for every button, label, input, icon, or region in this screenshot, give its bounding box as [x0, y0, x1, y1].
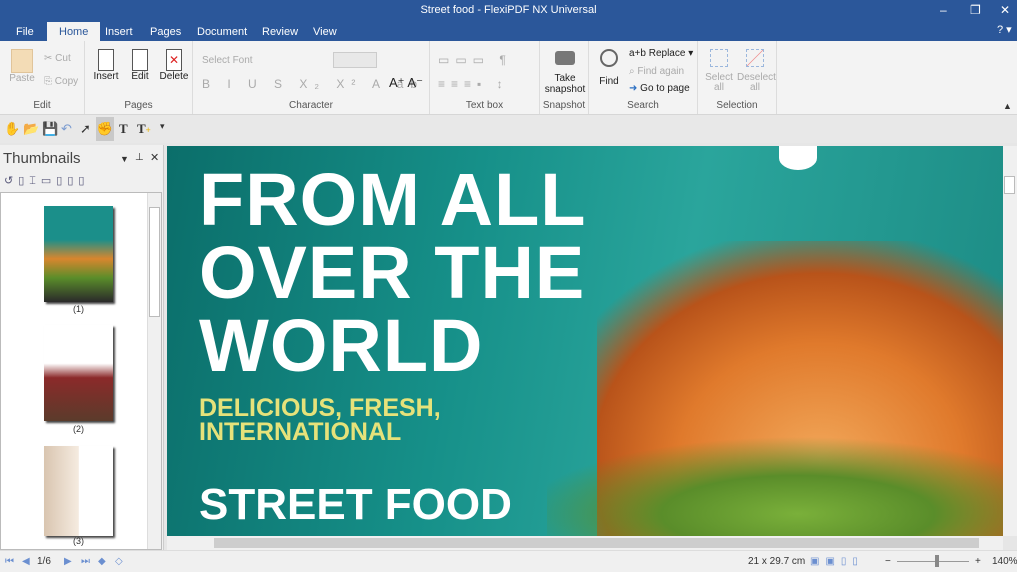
page-indicator[interactable]: 1/6 [37, 556, 51, 567]
zoom-level: 140% [992, 556, 1017, 567]
headline-line-3: WORLD [199, 304, 484, 387]
tab-file[interactable]: File [4, 22, 46, 41]
subtitle-line-2: INTERNATIONAL [199, 418, 402, 446]
window-title: Street food - FlexiPDF NX Universal [420, 4, 597, 16]
insert-page-button[interactable]: Insert [91, 49, 121, 82]
minimize-button[interactable]: – [940, 3, 947, 17]
page-add-icon [98, 49, 114, 71]
scroll-thumb[interactable] [149, 207, 160, 317]
zoom-slider[interactable] [897, 561, 969, 562]
group-search: Find a+b Replace ▾ ⌕ Find again ➜ Go to … [589, 41, 698, 114]
tab-insert[interactable]: Insert [93, 22, 145, 41]
street-food-title: STREET FOOD [199, 480, 512, 529]
find-again-button[interactable]: ⌕ Find again [629, 66, 684, 77]
magnifier-icon [600, 49, 618, 67]
group-character: Select Font B I U S X₂ X² A ab A⁺ A⁻ Cha… [193, 41, 430, 114]
decor-shape [779, 146, 817, 170]
panel-menu-icon[interactable]: ▼ [120, 154, 129, 164]
zoom-out-icon[interactable]: − [885, 556, 891, 567]
view-mode-buttons[interactable]: ▣▣▯▯ [810, 556, 864, 567]
document-page[interactable]: FROM ALL OVER THE WORLD DELICIOUS, FRESH… [167, 146, 1003, 536]
select-all-button[interactable]: Select all [703, 49, 735, 93]
back-icon[interactable]: ◆ [98, 556, 106, 567]
thumbnail-scrollbar[interactable] [147, 193, 161, 549]
save-icon[interactable]: 💾 [42, 121, 58, 137]
headline-line-2: OVER THE [199, 231, 586, 314]
copy-icon: ⎘ [44, 76, 55, 87]
ribbon: Paste ✂ Cut ⎘ Copy Edit Insert Edit ✕ Del… [0, 41, 1017, 115]
grab-tool-icon[interactable]: ✊ [96, 117, 114, 141]
quick-access-toolbar: ✋ 📂 💾 ↶ ➚ ✊ T T+ ▾ [0, 115, 1017, 143]
last-page-icon[interactable]: ⏭ [81, 556, 90, 567]
scroll-thumb[interactable] [214, 538, 979, 548]
font-size-select[interactable] [333, 52, 377, 68]
next-page-icon[interactable]: ▶ [64, 556, 72, 567]
arrow-right-icon: ➜ [629, 83, 641, 94]
close-button[interactable]: ✕ [1000, 3, 1010, 17]
deselect-all-button[interactable]: Deselect all [737, 49, 776, 93]
page-delete-icon: ✕ [166, 49, 182, 71]
hand-tool-icon[interactable]: ✋ [4, 121, 20, 137]
page-size: 21 x 29.7 cm [748, 556, 806, 567]
horizontal-scrollbar[interactable] [167, 536, 1003, 550]
status-bar: ⏮ ◀ 1/6 ▶ ⏭ ◆ ◇ 21 x 29.7 cm ▣▣▯▯ − + 14… [0, 550, 1017, 572]
previous-page-icon[interactable]: ◀ [22, 556, 30, 567]
vertical-scrollbar[interactable] [1003, 146, 1017, 536]
clipboard-icon [11, 49, 33, 73]
group-selection: Select all Deselect all Selection [698, 41, 777, 114]
collapse-ribbon-icon[interactable]: ▲ [1003, 101, 1012, 111]
customize-toolbar-icon[interactable]: ▾ [160, 121, 165, 132]
burger-filling-image [547, 426, 1003, 536]
thumbnail-list[interactable]: (1) (2) (3) [0, 192, 162, 550]
camera-icon [555, 51, 575, 65]
text-tool-icon[interactable]: T [119, 121, 128, 137]
zoom-in-icon[interactable]: + [975, 556, 981, 567]
select-all-icon [710, 49, 728, 67]
thumbnail-toolbar[interactable]: ↺▯⌶▭▯▯▯ [4, 174, 89, 188]
page-edit-icon [132, 49, 148, 71]
scroll-thumb[interactable] [1004, 176, 1015, 194]
thumbnail-page-3[interactable] [44, 446, 113, 536]
deselect-all-icon [746, 49, 764, 67]
pin-icon[interactable]: ⊥ [135, 152, 144, 163]
replace-button[interactable]: a+b Replace ▾ [629, 48, 693, 59]
edit-page-button[interactable]: Edit [126, 49, 154, 82]
thumbnail-page-2[interactable] [44, 325, 113, 421]
thumbnail-page-1[interactable] [44, 206, 113, 302]
undo-icon[interactable]: ↶ [61, 121, 72, 137]
select-arrow-icon[interactable]: ➚ [80, 121, 91, 137]
tab-document[interactable]: Document [185, 22, 259, 41]
restore-button[interactable]: ❐ [970, 3, 981, 17]
zoom-slider-thumb[interactable] [935, 555, 939, 567]
title-bar: Street food - FlexiPDF NX Universal – ❐ … [0, 0, 1017, 41]
paste-button[interactable]: Paste [6, 49, 38, 84]
group-edit: Paste ✂ Cut ⎘ Copy Edit [0, 41, 85, 114]
take-snapshot-button[interactable]: Take snapshot [543, 51, 587, 95]
cut-button[interactable]: ✂ Cut [44, 53, 71, 64]
grow-font-button[interactable]: A⁺ A⁻ [389, 75, 423, 91]
panel-title: Thumbnails [3, 150, 81, 167]
paragraph-align-buttons[interactable]: ≡≡≡▪ ↕ [438, 77, 509, 91]
scissors-icon: ✂ [44, 53, 56, 64]
add-text-icon[interactable]: T+ [137, 121, 151, 137]
close-panel-icon[interactable]: ✕ [150, 151, 159, 164]
group-textbox: ▭▭▭ ¶ ≡≡≡▪ ↕ Text box [430, 41, 540, 114]
forward-icon[interactable]: ◇ [115, 556, 123, 567]
go-to-page-button[interactable]: ➜ Go to page [629, 83, 690, 94]
delete-page-button[interactable]: ✕ Delete [158, 49, 190, 82]
open-folder-icon[interactable]: 📂 [23, 121, 39, 137]
font-select[interactable]: Select Font [202, 55, 253, 66]
headline-line-1: FROM ALL [199, 158, 587, 241]
find-button[interactable]: Find [597, 49, 621, 87]
group-pages: Insert Edit ✕ Delete Pages [85, 41, 193, 114]
group-snapshot: Take snapshot Snapshot [540, 41, 589, 114]
tab-view[interactable]: View [301, 22, 349, 41]
help-button[interactable]: ? ▾ [997, 23, 1012, 36]
copy-button[interactable]: ⎘ Copy [44, 76, 78, 87]
textbox-align-buttons[interactable]: ▭▭▭ ¶ [438, 53, 512, 67]
first-page-icon[interactable]: ⏮ [5, 556, 14, 567]
